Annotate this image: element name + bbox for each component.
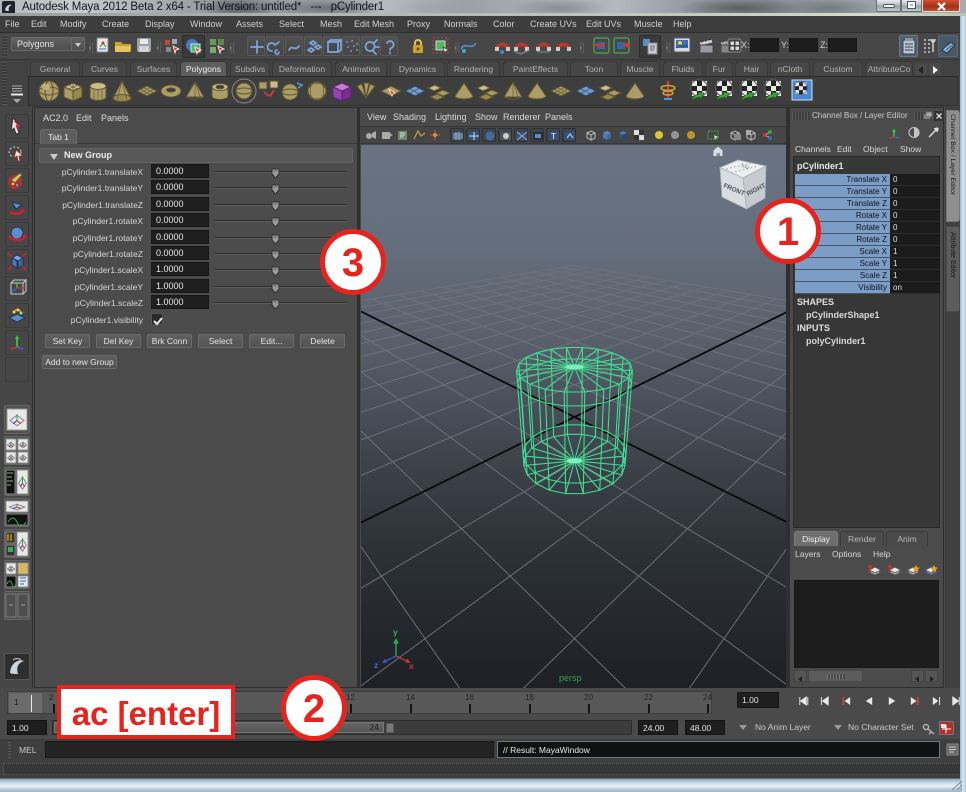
svg-text:y: y: [393, 627, 398, 637]
svg-text:T: T: [551, 132, 556, 141]
svg-text:z: z: [374, 660, 378, 670]
svg-text:x: x: [409, 661, 414, 671]
